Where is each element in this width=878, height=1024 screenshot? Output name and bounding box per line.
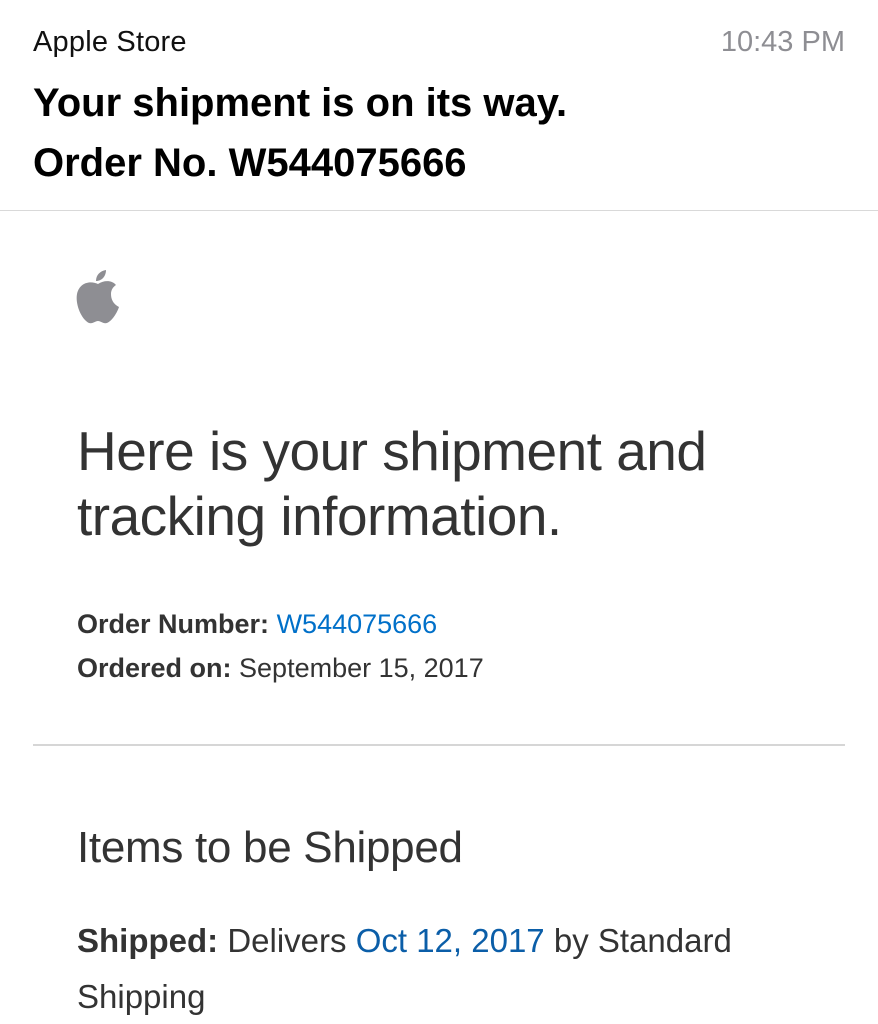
order-number-row: Order Number: W544075666 — [77, 602, 484, 646]
ordered-on-label: Ordered on: — [77, 653, 232, 683]
shipped-label: Shipped: — [77, 922, 219, 959]
apple-logo-icon — [76, 268, 120, 324]
sender-name[interactable]: Apple Store — [33, 26, 187, 59]
headline-line-1: Here is your shipment and — [77, 420, 707, 482]
order-number-label: Order Number: — [77, 609, 270, 639]
order-number-link[interactable]: W544075666 — [277, 609, 438, 639]
subject-line-2: Order No. W544075666 — [33, 141, 467, 185]
delivery-date-link[interactable]: Oct 12, 2017 — [356, 922, 545, 959]
ordered-on-date: September 15, 2017 — [239, 653, 484, 683]
received-time: 10:43 PM — [720, 26, 845, 58]
ordered-on-row: Ordered on: September 15, 2017 — [77, 646, 484, 690]
headline-line-2: tracking information. — [77, 485, 562, 547]
headline: Here is your shipment and tracking infor… — [77, 419, 837, 549]
subject-line-1: Your shipment is on its way. — [33, 81, 568, 125]
section-divider — [33, 744, 845, 746]
order-details: Order Number: W544075666 Ordered on: Sep… — [77, 602, 484, 690]
shipment-status: Shipped: Delivers Oct 12, 2017 by Standa… — [77, 913, 817, 1024]
email-subject: Your shipment is on its way. Order No. W… — [33, 73, 813, 193]
items-section-title: Items to be Shipped — [77, 823, 463, 872]
delivers-prefix: Delivers — [227, 922, 347, 959]
email-header: Apple Store 10:43 PM Your shipment is on… — [0, 0, 878, 211]
